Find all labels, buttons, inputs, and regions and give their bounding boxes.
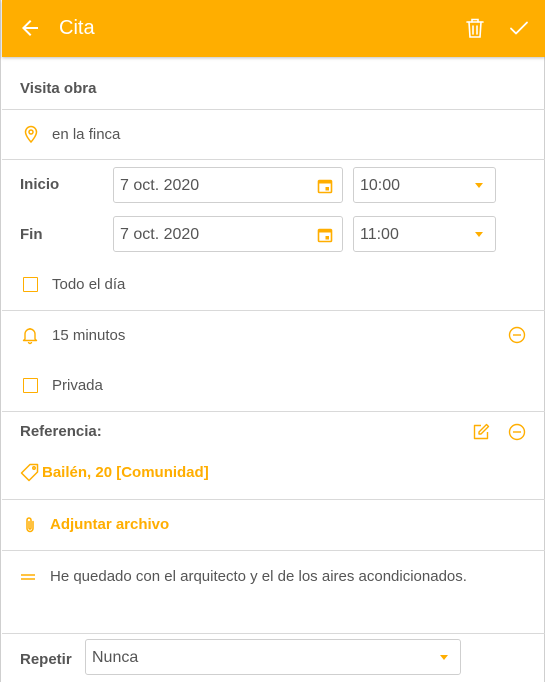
app-bar: Cita xyxy=(2,0,545,57)
start-date-input[interactable]: 7 oct. 2020 xyxy=(113,167,343,203)
start-time-value: 10:00 xyxy=(360,177,401,194)
trash-icon[interactable] xyxy=(463,16,487,40)
end-time-select[interactable]: 11:00 xyxy=(353,216,496,252)
end-time-value: 11:00 xyxy=(360,226,399,243)
notes-lines-icon xyxy=(21,574,35,580)
repeat-select[interactable]: Nunca xyxy=(85,639,461,675)
end-date-input[interactable]: 7 oct. 2020 xyxy=(113,216,343,252)
divider xyxy=(2,499,545,500)
divider xyxy=(2,633,545,634)
private-checkbox[interactable] xyxy=(23,378,38,393)
edit-icon[interactable] xyxy=(471,422,491,442)
check-icon[interactable] xyxy=(507,16,531,40)
event-title[interactable]: Visita obra xyxy=(20,80,96,97)
all-day-label[interactable]: Todo el día xyxy=(52,276,125,293)
reminder-text[interactable]: 15 minutos xyxy=(52,327,125,344)
location-text[interactable]: en la finca xyxy=(52,126,120,143)
notes-text[interactable]: He quedado con el arquitecto y el de los… xyxy=(50,568,467,585)
repeat-value: Nunca xyxy=(92,649,139,666)
end-label: Fin xyxy=(20,226,43,243)
chevron-down-icon xyxy=(440,655,448,660)
reference-label: Referencia: xyxy=(20,423,102,440)
remove-circle-icon[interactable] xyxy=(507,325,527,345)
all-day-checkbox[interactable] xyxy=(23,277,38,292)
appointment-form: Cita Visita obra en la finca Inicio 7 oc… xyxy=(0,0,545,682)
page-title: Cita xyxy=(59,17,95,39)
start-time-select[interactable]: 10:00 xyxy=(353,167,496,203)
divider xyxy=(2,411,545,412)
attach-file-button[interactable]: Adjuntar archivo xyxy=(50,516,169,533)
divider xyxy=(2,109,545,110)
tag-icon xyxy=(20,463,39,482)
divider xyxy=(2,159,545,160)
remove-circle-icon[interactable] xyxy=(507,422,527,442)
private-label[interactable]: Privada xyxy=(52,377,103,394)
divider xyxy=(2,310,545,311)
start-label: Inicio xyxy=(20,176,60,193)
location-pin-icon xyxy=(24,125,38,144)
repeat-label: Repetir xyxy=(20,651,72,668)
calendar-icon[interactable] xyxy=(317,227,333,243)
chevron-down-icon xyxy=(475,232,483,237)
start-date-value: 7 oct. 2020 xyxy=(120,177,200,194)
divider xyxy=(2,550,545,551)
calendar-icon[interactable] xyxy=(317,178,333,194)
chevron-down-icon xyxy=(475,183,483,188)
bell-icon xyxy=(22,328,38,345)
paperclip-icon xyxy=(26,517,34,533)
end-date-value: 7 oct. 2020 xyxy=(120,226,200,243)
back-arrow-icon[interactable] xyxy=(18,16,42,40)
reference-tag-link[interactable]: Bailén, 20 [Comunidad] xyxy=(42,464,209,481)
